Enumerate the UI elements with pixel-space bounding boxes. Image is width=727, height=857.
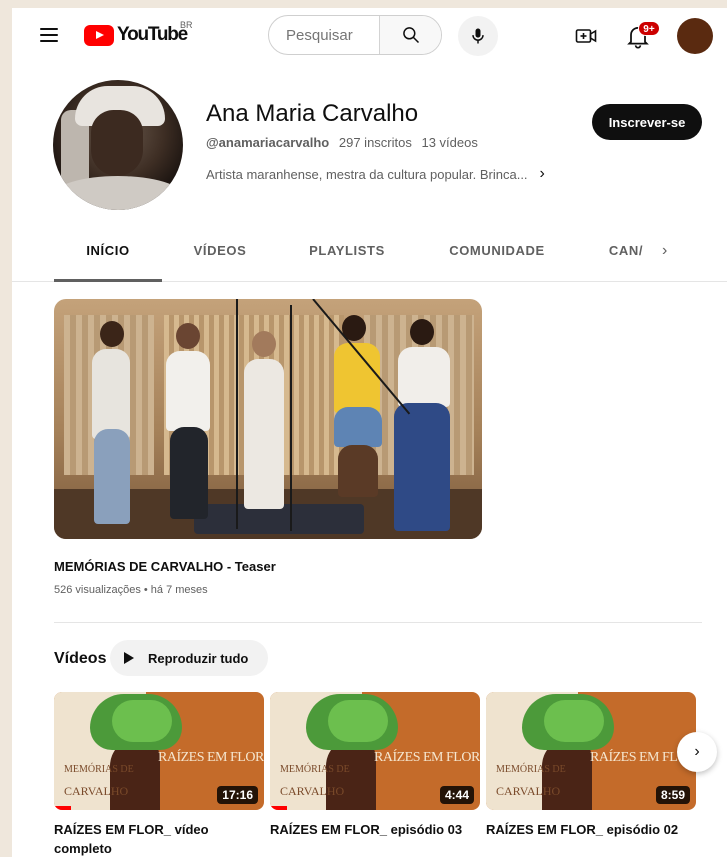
video-duration: 4:44 <box>439 786 474 804</box>
account-avatar[interactable] <box>677 18 713 54</box>
country-code: BR <box>180 20 193 30</box>
thumb-heading: RAÍZES EM FLOR <box>158 750 264 765</box>
person-silhouette <box>94 429 130 524</box>
mic-stand <box>236 299 238 529</box>
play-all-label: Reproduzir tudo <box>148 650 249 666</box>
create-icon <box>575 29 597 43</box>
video-card: RAÍZES EM FLOR MEMÓRIAS DE CARVALHO 8:59… <box>486 692 696 839</box>
person-head <box>100 321 124 347</box>
video-card: RAÍZES EM FLOR MEMÓRIAS DE CARVALHO 4:44… <box>270 692 480 839</box>
thumb-sub2: CARVALHO <box>496 784 561 798</box>
thumb-sub: MEMÓRIAS DE <box>64 764 134 775</box>
person-silhouette <box>170 427 208 519</box>
channel-meta: @anamariacarvalho 297 inscritos 13 vídeo… <box>206 135 484 150</box>
menu-icon[interactable] <box>40 28 58 42</box>
watch-progress <box>270 806 287 810</box>
video-title[interactable]: RAÍZES EM FLOR_ episódio 02 <box>486 820 686 839</box>
notification-badge: 9+ <box>638 21 660 36</box>
subscribe-button[interactable]: Inscrever-se <box>592 104 702 140</box>
channel-tabs: INÍCIO VÍDEOS PLAYLISTS COMUNIDADE CAN/ … <box>12 234 727 282</box>
mic-stand <box>290 305 292 531</box>
channel-avatar[interactable] <box>53 80 183 210</box>
video-thumbnail[interactable]: RAÍZES EM FLOR MEMÓRIAS DE CARVALHO 17:1… <box>54 692 264 810</box>
thumb-sub2: CARVALHO <box>64 784 129 798</box>
person-head <box>410 319 434 345</box>
video-duration: 17:16 <box>217 786 258 804</box>
tree-crown <box>544 700 604 742</box>
watch-progress <box>54 806 71 810</box>
thumb-sub: MEMÓRIAS DE <box>280 764 350 775</box>
search-box <box>268 15 442 55</box>
person-silhouette <box>244 359 284 509</box>
chevron-right-icon[interactable]: › <box>677 732 717 772</box>
person-silhouette <box>92 349 130 439</box>
section-divider <box>54 622 702 623</box>
subscriber-count: 297 inscritos <box>338 135 412 150</box>
channel-handle: @anamariacarvalho <box>206 135 330 150</box>
person-silhouette <box>394 403 450 531</box>
logo-text: YouTube <box>117 24 188 45</box>
tree-crown <box>112 700 172 742</box>
search-input[interactable] <box>269 16 379 54</box>
person-silhouette <box>166 351 210 431</box>
tab-inicio[interactable]: INÍCIO <box>54 234 162 282</box>
featured-video-meta: 526 visualizações • há 7 meses <box>54 584 208 596</box>
featured-video-title[interactable]: MEMÓRIAS DE CARVALHO - Teaser <box>54 559 276 574</box>
tab-videos[interactable]: VÍDEOS <box>180 234 260 282</box>
tab-playlists[interactable]: PLAYLISTS <box>302 234 392 282</box>
video-title[interactable]: RAÍZES EM FLOR_ episódio 03 <box>270 820 470 839</box>
person-silhouette <box>398 347 450 407</box>
person-silhouette <box>338 445 378 497</box>
video-title[interactable]: RAÍZES EM FLOR_ vídeo completo <box>54 820 254 857</box>
chevron-right-icon: › <box>539 165 545 182</box>
chevron-right-icon[interactable]: › <box>662 242 682 262</box>
avatar-face <box>91 110 143 176</box>
play-all-button[interactable]: Reproduzir tudo <box>110 640 268 676</box>
tree-crown <box>328 700 388 742</box>
video-count: 13 vídeos <box>421 135 478 150</box>
thumb-heading: RAÍZES EM FLOR <box>374 750 480 765</box>
channel-name: Ana Maria Carvalho <box>206 100 419 127</box>
featured-video-thumbnail[interactable] <box>54 299 482 539</box>
masthead: YouTube BR 9+ <box>12 8 727 64</box>
thumb-sub: MEMÓRIAS DE <box>496 764 566 775</box>
video-duration: 8:59 <box>655 786 690 804</box>
avatar-shoulder <box>53 176 183 210</box>
video-thumbnail[interactable]: RAÍZES EM FLOR MEMÓRIAS DE CARVALHO 4:44 <box>270 692 480 810</box>
search-icon <box>402 27 419 44</box>
youtube-channel-page: YouTube BR 9+ Ana Maria Carvalho @anamar… <box>12 8 727 857</box>
youtube-play-icon <box>84 24 114 46</box>
channel-description[interactable]: Artista maranhense, mestra da cultura po… <box>206 165 545 183</box>
video-thumbnail[interactable]: RAÍZES EM FLOR MEMÓRIAS DE CARVALHO 8:59 <box>486 692 696 810</box>
video-card: RAÍZES EM FLOR MEMÓRIAS DE CARVALHO 17:1… <box>54 692 264 857</box>
youtube-logo[interactable]: YouTube <box>84 24 188 46</box>
videos-shelf-title[interactable]: Vídeos <box>54 650 106 668</box>
person-head <box>252 331 276 357</box>
person-silhouette <box>334 407 382 447</box>
voice-search-button[interactable] <box>458 16 498 56</box>
search-button[interactable] <box>379 16 441 54</box>
channel-description-text: Artista maranhense, mestra da cultura po… <box>206 166 528 182</box>
create-button[interactable] <box>574 24 598 48</box>
person-head <box>176 323 200 349</box>
tab-canais[interactable]: CAN/ <box>602 234 650 282</box>
tab-comunidade[interactable]: COMUNIDADE <box>444 234 550 282</box>
thumb-sub2: CARVALHO <box>280 784 345 798</box>
play-icon <box>124 652 134 664</box>
mic-icon <box>472 28 484 44</box>
